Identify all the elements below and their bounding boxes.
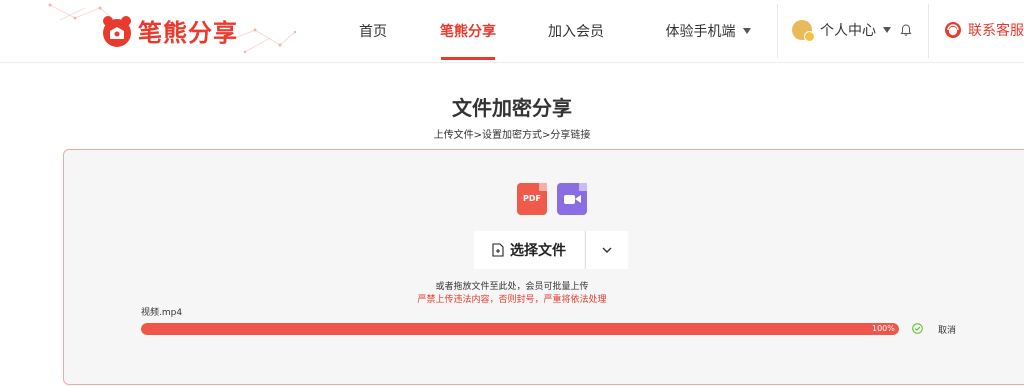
customer-service-label: 联系客服 [968,23,1024,39]
drag-drop-hint: 或者拖放文件至此处，会员可批量上传 [435,282,589,292]
chevron-down-icon [602,247,612,253]
nav-join-member[interactable]: 加入会员 [543,0,609,60]
progress-fill [141,323,899,335]
uploaded-file-name: 视频.mp4 [141,308,183,318]
logo-text: 笔熊分享 [138,19,238,47]
top-header: 笔熊分享 首页 笔熊分享 加入会员 体验手机端 个人中心 联系客服 [0,0,1024,63]
divider [777,4,778,58]
user-center-label: 个人中心 [820,23,876,39]
headset-icon [945,22,961,38]
nav-mobile-label: 体验手机端 [665,24,736,40]
user-center[interactable]: 个人中心 [792,20,913,42]
nav-home[interactable]: 首页 [352,0,394,60]
video-file-icon [557,183,587,215]
nav-bixiong-share[interactable]: 笔熊分享 [435,0,501,60]
upload-options-dropdown[interactable] [585,231,628,269]
bear-logo-icon [103,15,131,47]
select-file-label: 选择文件 [510,243,566,259]
check-circle-icon [912,323,923,334]
chevron-down-icon [742,28,751,34]
select-file-button[interactable]: 选择文件 [474,231,584,269]
file-type-icons: PDF [517,183,587,215]
cancel-upload-button[interactable]: 取消 [938,323,956,336]
pdf-file-icon: PDF [517,183,547,215]
steps-breadcrumb: 上传文件>设置加密方式>分享链接 [433,130,591,141]
avatar [792,20,815,42]
bell-icon[interactable] [899,23,913,37]
pdf-label: PDF [523,194,541,203]
page-title: 文件加密分享 [452,96,572,120]
chevron-down-icon [883,27,891,33]
nav-mobile-experience[interactable]: 体验手机端 [658,0,758,60]
logo[interactable]: 笔熊分享 [100,13,238,48]
customer-service-link[interactable]: 联系客服 [944,20,1024,40]
upload-warning: 严禁上传违法内容，否则封号，严重将依法处理 [417,295,607,305]
upload-progress-bar [141,323,899,335]
divider [928,4,929,58]
file-add-icon [492,243,504,257]
progress-percent: 100% [872,324,895,333]
